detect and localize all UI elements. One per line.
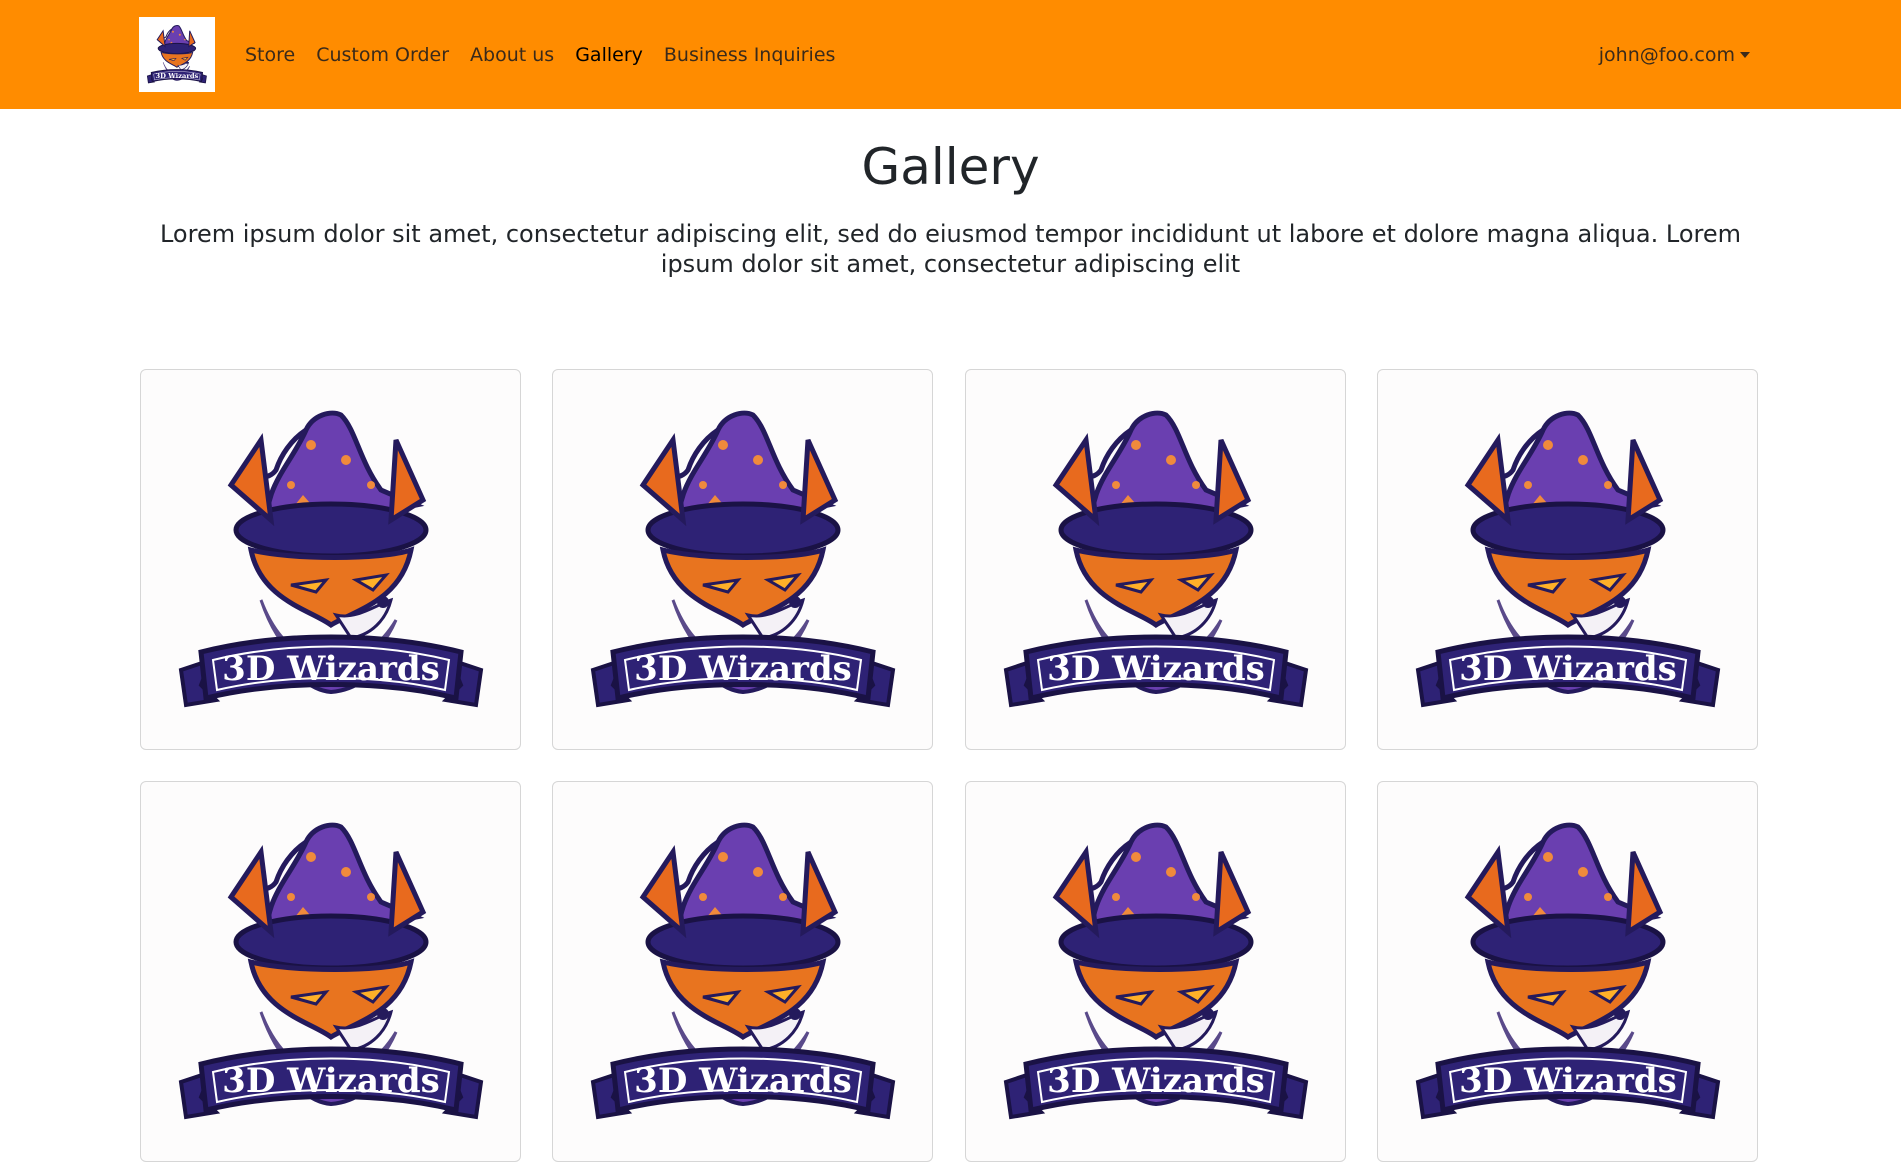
svg-text:3D Wizards: 3D Wizards [1047,1061,1265,1101]
page-lead-text: Lorem ipsum dolor sit amet, consectetur … [159,220,1742,278]
gallery-card[interactable]: 3D Wizards [140,781,521,1162]
nav-link-business-inquiries[interactable]: Business Inquiries [664,44,836,66]
svg-text:3D Wizards: 3D Wizards [634,649,852,689]
wizard-fox-logo-icon: 3D Wizards [146,24,207,84]
nav-link-custom-order[interactable]: Custom Order [316,44,449,66]
gallery-card[interactable]: 3D Wizards [552,781,933,1162]
nav-link-gallery[interactable]: Gallery [575,44,643,66]
svg-text:3D Wizards: 3D Wizards [1047,649,1265,689]
user-email: john@foo.com [1598,43,1735,66]
user-dropdown-toggle[interactable]: john@foo.com [1599,0,1750,109]
nav-link-store[interactable]: Store [245,44,295,66]
gallery-card[interactable]: 3D Wizards [140,369,521,750]
gallery-card[interactable]: 3D Wizards [1377,781,1758,1162]
caret-down-icon [1740,51,1750,58]
svg-text:3D Wizards: 3D Wizards [634,1061,852,1101]
wizard-fox-logo-icon: 3D Wizards [178,410,484,708]
nav-link-about-us[interactable]: About us [470,44,554,66]
svg-text:3D Wizards: 3D Wizards [1459,1061,1677,1101]
wizard-fox-logo-icon: 3D Wizards [590,822,896,1120]
top-navbar: 3D Wizards Store Custom Order About us G… [0,0,1901,109]
wizard-fox-logo-icon: 3D Wizards [1415,410,1721,708]
gallery-card[interactable]: 3D Wizards [965,369,1346,750]
wizard-fox-logo-icon: 3D Wizards [1003,410,1309,708]
gallery-card[interactable]: 3D Wizards [965,781,1346,1162]
brand-logo-link[interactable]: 3D Wizards [139,17,215,92]
svg-text:3D Wizards: 3D Wizards [222,649,440,689]
page-title: Gallery [861,138,1040,196]
nav-links: Store Custom Order About us Gallery Busi… [245,0,856,109]
svg-text:3D Wizards: 3D Wizards [155,72,198,80]
wizard-fox-logo-icon: 3D Wizards [1415,822,1721,1120]
svg-text:3D Wizards: 3D Wizards [1459,649,1677,689]
wizard-fox-logo-icon: 3D Wizards [178,822,484,1120]
wizard-fox-logo-icon: 3D Wizards [1003,822,1309,1120]
gallery-card[interactable]: 3D Wizards [1377,369,1758,750]
svg-text:3D Wizards: 3D Wizards [222,1061,440,1101]
gallery-card[interactable]: 3D Wizards [552,369,933,750]
wizard-fox-logo-icon: 3D Wizards [590,410,896,708]
